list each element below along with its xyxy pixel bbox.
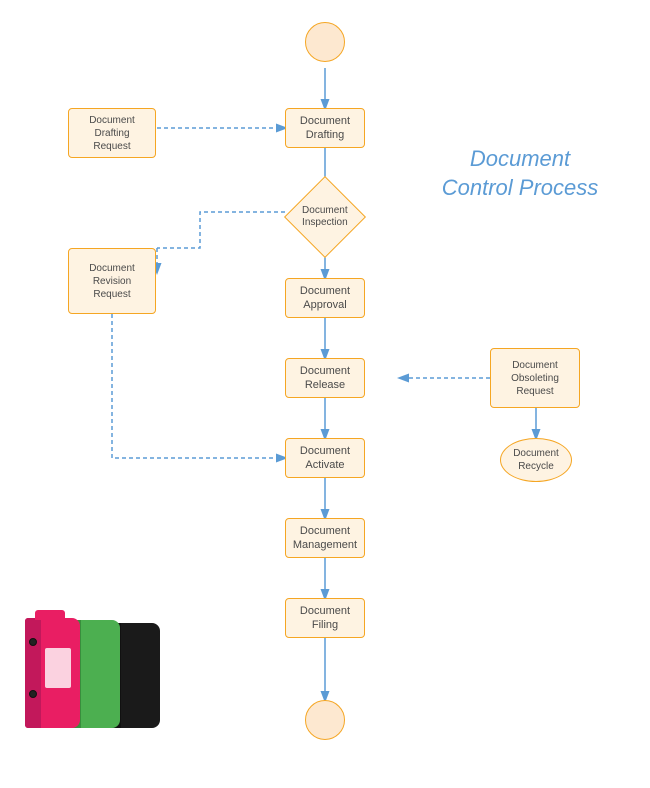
document-management-box: DocumentManagement [285, 518, 365, 558]
revision-request-box: DocumentRevisionRequest [68, 248, 156, 314]
obsoleting-request-label: DocumentObsoletingRequest [511, 359, 559, 398]
document-approval-label: DocumentApproval [300, 284, 350, 313]
document-approval-box: DocumentApproval [285, 278, 365, 318]
document-recycle-label: DocumentRecycle [513, 447, 559, 473]
diagram: Document Drafting DocumentInspection Doc… [0, 0, 650, 788]
revision-request-label: DocumentRevisionRequest [89, 262, 135, 301]
drafting-request-label: DocumentDraftingRequest [89, 114, 135, 153]
end-circle [305, 700, 345, 740]
document-drafting-box: Document Drafting [285, 108, 365, 148]
document-release-box: DocumentRelease [285, 358, 365, 398]
document-inspection-label: DocumentInspection [302, 205, 348, 229]
document-activate-box: DocumentActivate [285, 438, 365, 478]
document-filing-box: DocumentFiling [285, 598, 365, 638]
page-title: DocumentControl Process [430, 145, 610, 202]
start-circle [305, 22, 345, 62]
document-recycle-ellipse: DocumentRecycle [500, 438, 572, 482]
document-drafting-label: Document Drafting [286, 114, 364, 143]
document-management-label: DocumentManagement [293, 524, 357, 553]
title-text: DocumentControl Process [442, 146, 599, 200]
drafting-request-box: DocumentDraftingRequest [68, 108, 156, 158]
document-inspection-diamond: DocumentInspection [284, 176, 366, 258]
obsoleting-request-box: DocumentObsoletingRequest [490, 348, 580, 408]
document-activate-label: DocumentActivate [300, 444, 350, 473]
binder-decoration [20, 608, 185, 728]
document-filing-label: DocumentFiling [300, 604, 350, 633]
document-release-label: DocumentRelease [300, 364, 350, 393]
